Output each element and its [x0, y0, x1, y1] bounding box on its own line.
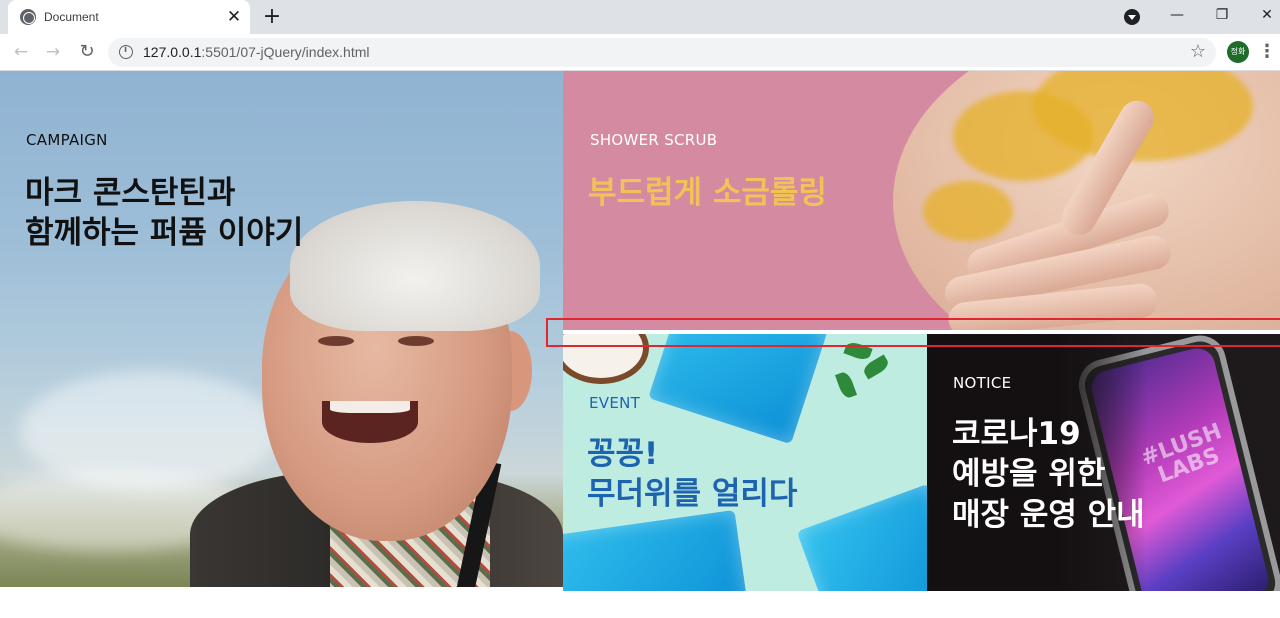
- campaign-label: CAMPAIGN: [26, 131, 108, 149]
- profile-avatar[interactable]: 정화: [1227, 41, 1249, 63]
- shower-scrub-panel[interactable]: SHOWER SCRUB 부드럽게 소금롤링: [563, 71, 1280, 330]
- globe-icon: [20, 9, 36, 25]
- man-hair-image: [290, 201, 540, 331]
- campaign-panel[interactable]: CAMPAIGN 마크 콘스탄틴과 함께하는 퍼퓸 이야기: [0, 71, 563, 587]
- notice-heading-line: 예방을 위한: [952, 456, 1106, 493]
- minimize-button[interactable]: —: [1162, 2, 1192, 28]
- url-text[interactable]: 127.0.0.1:5501/07-jQuery/index.html: [143, 44, 369, 60]
- teeth-image: [330, 401, 410, 413]
- scrub-texture: [923, 181, 1013, 241]
- address-bar[interactable]: 127.0.0.1:5501/07-jQuery/index.html ☆: [108, 38, 1216, 67]
- campaign-heading-line: 함께하는 퍼퓸 이야기: [25, 215, 304, 252]
- tab-strip: Document ✕ + — ❐ ✕: [0, 0, 1280, 34]
- shower-heading-line: 부드럽게 소금롤링: [588, 175, 827, 211]
- event-heading-line: 꽁꽁!: [587, 436, 659, 472]
- info-icon[interactable]: [119, 45, 133, 59]
- blue-soap-image: [796, 483, 927, 591]
- campaign-heading[interactable]: 마크 콘스탄틴과 함께하는 퍼퓸 이야기: [25, 173, 303, 254]
- blue-soap-image: [563, 509, 750, 591]
- eye-image: [318, 336, 354, 346]
- browser-tab[interactable]: Document ✕: [8, 0, 250, 34]
- campaign-heading-line: 마크 콘스탄틴과: [25, 175, 236, 211]
- url-host: 127.0.0.1: [143, 44, 202, 60]
- back-button[interactable]: ←: [8, 39, 34, 65]
- notice-label: NOTICE: [953, 374, 1012, 392]
- selection-highlight-box: [546, 318, 1280, 347]
- mint-leaf-image: [834, 370, 858, 400]
- url-path: :5501/07-jQuery/index.html: [201, 44, 370, 60]
- phone-screen-text: #LUSH LABS: [1137, 418, 1226, 489]
- event-panel[interactable]: EVENT 꽁꽁! 무더위를 얼리다: [563, 334, 927, 591]
- notice-heading[interactable]: 코로나19 예방을 위한 매장 운영 안내: [952, 414, 1145, 535]
- event-heading[interactable]: 꽁꽁! 무더위를 얼리다: [587, 434, 797, 515]
- shower-label: SHOWER SCRUB: [590, 131, 718, 149]
- page-viewport: CAMPAIGN 마크 콘스탄틴과 함께하는 퍼퓸 이야기 SHOWER SCR…: [0, 71, 1280, 618]
- forward-button[interactable]: →: [40, 39, 66, 65]
- notice-heading-line: 매장 운영 안내: [952, 496, 1145, 533]
- window-close-button[interactable]: ✕: [1252, 2, 1280, 28]
- notice-heading-line: 코로나19: [952, 416, 1081, 452]
- menu-icon[interactable]: ⋮: [1258, 39, 1276, 65]
- restore-button[interactable]: ❐: [1207, 2, 1237, 28]
- tab-search-icon[interactable]: [1124, 9, 1140, 25]
- event-label: EVENT: [589, 394, 641, 412]
- browser-toolbar: ← → ↻ 127.0.0.1:5501/07-jQuery/index.htm…: [0, 34, 1280, 71]
- new-tab-button[interactable]: +: [260, 5, 284, 29]
- tab-close-icon[interactable]: ✕: [224, 7, 244, 27]
- star-icon[interactable]: ☆: [1190, 41, 1206, 62]
- event-heading-line: 무더위를 얼리다: [587, 476, 798, 513]
- notice-panel[interactable]: #LUSH LABS NOTICE 코로나19 예방을 위한 매장 운영 안내: [927, 334, 1280, 591]
- blue-soap-image: [648, 334, 828, 445]
- reload-button[interactable]: ↻: [74, 39, 100, 65]
- tab-title: Document: [44, 10, 99, 24]
- eye-image: [398, 336, 434, 346]
- shower-heading[interactable]: 부드럽게 소금롤링: [588, 173, 827, 213]
